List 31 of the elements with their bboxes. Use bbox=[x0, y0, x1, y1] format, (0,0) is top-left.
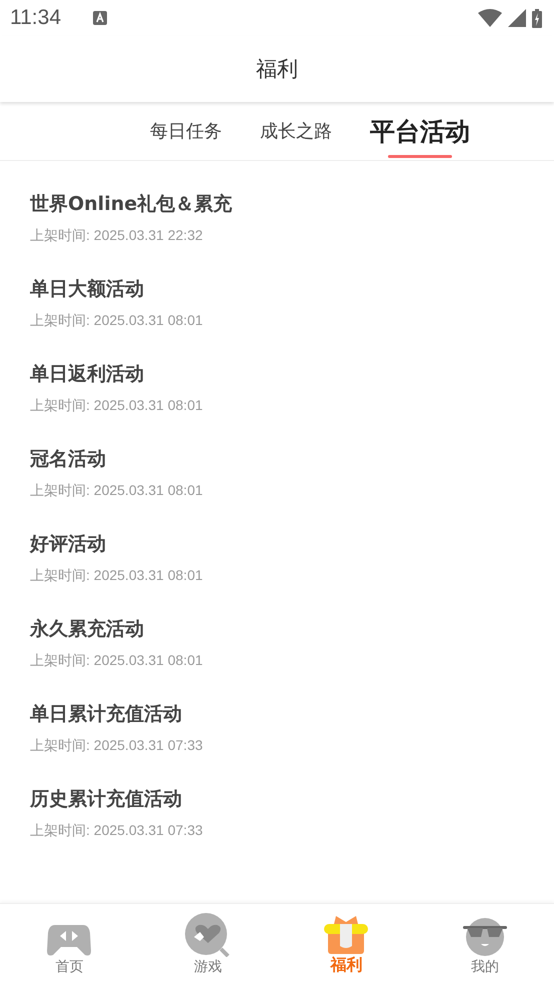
wifi-icon bbox=[478, 9, 502, 27]
activity-title[interactable]: 世界Online礼包＆累充 bbox=[30, 175, 524, 217]
sunglasses-face-icon[interactable] bbox=[462, 917, 507, 957]
page-title: 福利 bbox=[256, 56, 298, 83]
activity-title[interactable]: 单日大额活动 bbox=[30, 260, 524, 302]
activity-date: 上架时间: 2025.03.31 08:01 bbox=[30, 482, 204, 500]
gift-icon[interactable] bbox=[324, 916, 368, 954]
activity-date: 上架时间: 2025.03.31 22:32 bbox=[30, 227, 204, 245]
notification-icon bbox=[93, 11, 107, 25]
activity-title[interactable]: 单日返利活动 bbox=[30, 345, 524, 387]
activity-title[interactable]: 单日累计充值活动 bbox=[30, 685, 524, 727]
signal-icon bbox=[508, 9, 526, 27]
tab[interactable]: 每日任务 bbox=[150, 113, 222, 149]
nav-label[interactable]: 我的 bbox=[470, 958, 499, 976]
nav-label[interactable]: 首页 bbox=[55, 958, 84, 976]
activity-date: 上架时间: 2025.03.31 08:01 bbox=[30, 652, 204, 670]
activity-date: 上架时间: 2025.03.31 07:33 bbox=[30, 822, 204, 840]
gamepad-icon[interactable] bbox=[47, 923, 92, 957]
heart-search-icon[interactable] bbox=[184, 913, 231, 957]
battery-icon bbox=[532, 8, 542, 28]
activity-title[interactable]: 好评活动 bbox=[30, 515, 524, 557]
status-time: 11:34 bbox=[10, 6, 61, 30]
activity-date: 上架时间: 2025.03.31 08:01 bbox=[30, 567, 204, 585]
activity-title[interactable]: 冠名活动 bbox=[30, 430, 524, 472]
activity-title[interactable]: 历史累计充值活动 bbox=[30, 770, 524, 812]
activity-title[interactable]: 永久累充活动 bbox=[30, 600, 524, 642]
tab[interactable]: 成长之路 bbox=[260, 113, 332, 149]
activity-date: 上架时间: 2025.03.31 08:01 bbox=[30, 397, 204, 415]
nav-label[interactable]: 游戏 bbox=[194, 958, 222, 976]
activity-date: 上架时间: 2025.03.31 07:33 bbox=[30, 737, 204, 755]
activity-date: 上架时间: 2025.03.31 08:01 bbox=[30, 312, 204, 330]
